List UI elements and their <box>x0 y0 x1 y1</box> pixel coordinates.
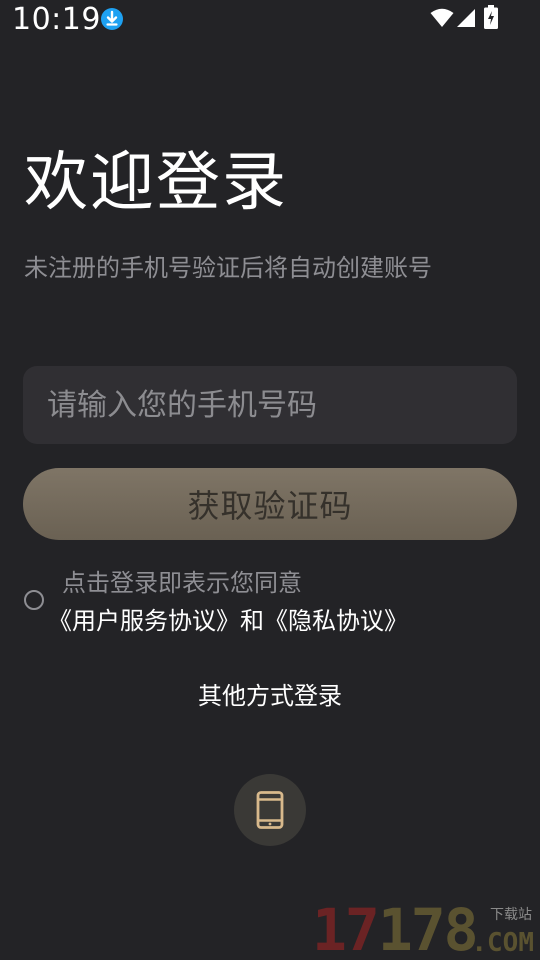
agreement-radio[interactable] <box>24 590 44 610</box>
privacy-policy-link[interactable]: 《隐私协议》 <box>264 607 408 635</box>
download-icon <box>101 8 123 30</box>
signal-icon <box>457 9 475 27</box>
user-agreement-link[interactable]: 《用户服务协议》 <box>48 607 240 635</box>
status-bar: 10:19 <box>0 0 540 44</box>
page-title: 欢迎登录 <box>24 146 288 220</box>
wifi-icon <box>430 8 454 27</box>
agreement-conjunction: 和 <box>240 607 264 635</box>
page-subtitle: 未注册的手机号验证后将自动创建账号 <box>24 254 432 282</box>
watermark-digits: 17178 <box>312 900 479 960</box>
agreement-text: 点击登录即表示您同意 <box>62 569 302 597</box>
get-code-button[interactable]: 获取验证码 <box>23 468 517 540</box>
phone-icon <box>256 791 284 829</box>
watermark-digits-gold: 178 <box>377 896 479 960</box>
watermark-site-label: 下载站 <box>490 907 532 923</box>
phone-input-container <box>23 366 517 444</box>
battery-charging-icon <box>484 5 498 29</box>
phone-number-input[interactable] <box>23 366 517 444</box>
phone-login-button[interactable] <box>234 774 306 846</box>
watermark-logo: 17178 下载站 .COM <box>312 900 536 960</box>
watermark-digits-red: 17 <box>312 896 380 960</box>
other-login-title: 其他方式登录 <box>198 682 342 710</box>
status-time: 10:19 <box>12 2 101 37</box>
watermark-domain: .COM <box>471 928 534 958</box>
login-screen: 10:19 欢迎登录 未注册的手机号验证后将自动创建账号 获取验证码 点击登录即… <box>0 0 540 960</box>
agreement-links: 《用户服务协议》和《隐私协议》 <box>48 603 408 639</box>
